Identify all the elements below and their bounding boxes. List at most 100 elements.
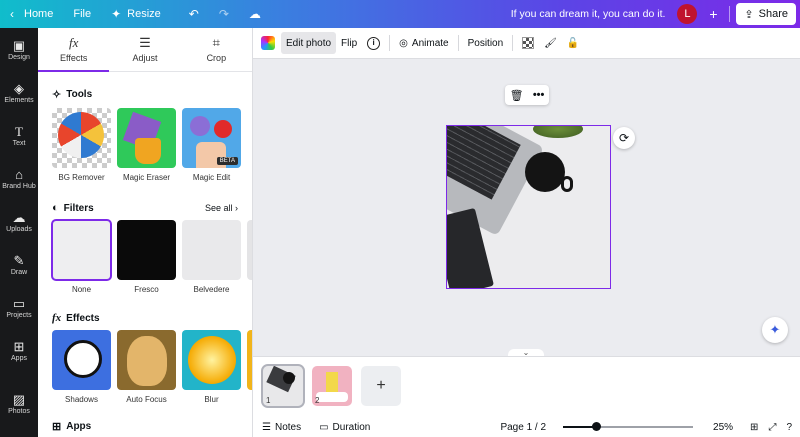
- animate-button[interactable]: ◎ Animate: [394, 32, 453, 54]
- filter-none-thumbnail: [51, 219, 112, 281]
- filters-heading: ◐ Filters See all ›: [52, 202, 238, 214]
- grid-icon: ⊞: [750, 421, 759, 433]
- canvas-area[interactable]: 🗑 ••• ⟳ ✦ ⌄: [253, 59, 800, 357]
- auto-focus-thumbnail: [117, 330, 176, 390]
- projects-icon: ▭: [12, 295, 26, 311]
- edit-photo-button[interactable]: Edit photo: [281, 32, 337, 54]
- rail-item-brand-hub[interactable]: ⌂ Brand Hub: [0, 157, 38, 200]
- invite-button[interactable]: +: [705, 6, 721, 22]
- effect-blur[interactable]: Blur: [182, 330, 241, 404]
- home-button[interactable]: Home: [24, 0, 63, 28]
- shadows-thumbnail: [52, 330, 111, 390]
- effects-panel: fx Effects ☰ Adjust ⌗ Crop ✧ Tools BG Re…: [38, 28, 253, 437]
- see-all-filters-link[interactable]: See all ›: [205, 203, 238, 213]
- rail-item-projects[interactable]: ▭ Projects: [0, 286, 38, 329]
- help-icon: ?: [786, 421, 792, 433]
- context-toolbar: Edit photo Flip i ◎ Animate Position 🖌 🔓: [253, 28, 800, 59]
- notes-button[interactable]: ☰ Notes: [253, 422, 310, 433]
- apps-icon: ⊞: [52, 420, 62, 433]
- redo-icon: ↷: [218, 7, 229, 21]
- sparkle-icon: ✦: [769, 322, 781, 337]
- rotate-button[interactable]: ⟳: [613, 127, 635, 149]
- rail-item-photos[interactable]: ▨ Photos: [0, 382, 38, 425]
- duration-button[interactable]: ▭ Duration: [310, 422, 379, 433]
- rail-item-draw[interactable]: ✎ Draw: [0, 243, 38, 286]
- sparkle-icon: ✧: [52, 88, 62, 101]
- filter-fresco[interactable]: Fresco: [117, 220, 176, 294]
- beta-badge: BETA: [216, 157, 238, 165]
- undo-icon: ↶: [188, 7, 199, 21]
- draw-icon: ✎: [13, 252, 25, 268]
- share-button[interactable]: ⇪ Share: [736, 3, 796, 25]
- more-icon[interactable]: •••: [533, 89, 545, 101]
- rail-item-uploads[interactable]: ☁ Uploads: [0, 200, 38, 243]
- tab-crop[interactable]: ⌗ Crop: [181, 28, 252, 71]
- tools-heading: ✧ Tools: [52, 88, 93, 101]
- redo-button[interactable]: ↷: [209, 0, 239, 28]
- transparency-button[interactable]: [517, 32, 539, 54]
- transparency-icon: [522, 37, 535, 49]
- filter-belvedere-thumbnail: [182, 220, 241, 280]
- flip-button[interactable]: Flip: [336, 32, 362, 54]
- tab-adjust[interactable]: ☰ Adjust: [109, 28, 180, 71]
- add-page-button[interactable]: +: [361, 366, 401, 406]
- filter-none[interactable]: None: [51, 219, 112, 294]
- trash-icon[interactable]: 🗑: [510, 89, 524, 102]
- element-context-menu: 🗑 •••: [505, 85, 549, 105]
- cloud-icon: ☁: [248, 7, 261, 21]
- tool-magic-eraser[interactable]: Magic Eraser: [117, 108, 176, 182]
- page-thumbnail-2[interactable]: 2: [312, 366, 352, 406]
- page-thumbnail-1[interactable]: 1: [261, 364, 305, 408]
- crop-icon: ⌗: [212, 35, 220, 50]
- blur-thumbnail: [182, 330, 241, 390]
- avatar[interactable]: L: [677, 4, 698, 24]
- paint-roller-icon: 🖌: [544, 37, 557, 49]
- color-palette-icon[interactable]: [261, 36, 275, 50]
- filter-belvedere[interactable]: Belvedere: [182, 220, 241, 294]
- photos-icon: ▨: [12, 391, 26, 407]
- panel-tabs: fx Effects ☰ Adjust ⌗ Crop: [38, 28, 252, 72]
- zoom-slider[interactable]: [563, 422, 694, 431]
- resize-button[interactable]: ✦ Resize: [101, 0, 171, 28]
- info-button[interactable]: i: [362, 32, 385, 54]
- zoom-slider-handle[interactable]: [592, 422, 602, 431]
- page-indicator[interactable]: Page 1 / 2: [491, 422, 555, 433]
- filters-list: None Fresco Belvedere: [38, 219, 252, 294]
- undo-button[interactable]: ↶: [179, 0, 209, 28]
- sparkle-icon: ✦: [111, 7, 122, 21]
- share-icon: ⇪: [744, 8, 754, 21]
- file-menu[interactable]: File: [63, 0, 101, 28]
- help-button[interactable]: ?: [781, 422, 800, 433]
- effect-shadows[interactable]: Shadows: [52, 330, 111, 404]
- sliders-icon: ☰: [139, 35, 151, 50]
- effect-auto-focus[interactable]: Auto Focus: [117, 330, 176, 404]
- rail-item-text[interactable]: T Text: [0, 114, 38, 157]
- magic-assistant-button[interactable]: ✦: [762, 317, 788, 343]
- chevron-left-icon: ‹: [10, 7, 14, 21]
- rail-item-design[interactable]: ▣ Design: [0, 28, 38, 71]
- text-icon: T: [15, 123, 23, 139]
- back-button[interactable]: ‹: [0, 0, 24, 28]
- lock-button[interactable]: 🔓: [562, 32, 584, 54]
- design-icon: ▣: [12, 37, 26, 53]
- zoom-level[interactable]: 25%: [701, 422, 745, 433]
- fullscreen-button[interactable]: ⤢: [763, 422, 781, 433]
- tool-bg-remover[interactable]: BG Remover: [52, 108, 111, 182]
- position-button[interactable]: Position: [463, 32, 509, 54]
- copy-style-button[interactable]: 🖌: [539, 32, 562, 54]
- bg-remover-thumbnail: [52, 108, 111, 168]
- selected-photo[interactable]: [446, 125, 611, 289]
- rail-item-apps[interactable]: ⊞ Apps: [0, 329, 38, 372]
- brand-hub-icon: ⌂: [15, 166, 23, 182]
- fx-icon: fx: [52, 312, 62, 324]
- fx-icon: fx: [68, 35, 79, 50]
- grid-view-button[interactable]: ⊞: [745, 422, 763, 433]
- left-rail: ▣ Design ◈ Elements T Text ⌂ Brand Hub ☁ Uplo…: [0, 28, 38, 437]
- rail-item-elements[interactable]: ◈ Elements: [0, 71, 38, 114]
- magic-eraser-thumbnail: [117, 108, 176, 168]
- cloud-save-button[interactable]: ☁: [239, 0, 271, 28]
- bottom-bar: ☰ Notes ▭ Duration Page 1 / 2 25% ⊞ ⤢ ?: [253, 417, 800, 437]
- tab-effects[interactable]: fx Effects: [38, 28, 110, 72]
- tagline: If you can dream it, you can do it.: [510, 8, 666, 20]
- tool-magic-edit[interactable]: BETA Magic Edit: [182, 108, 241, 182]
